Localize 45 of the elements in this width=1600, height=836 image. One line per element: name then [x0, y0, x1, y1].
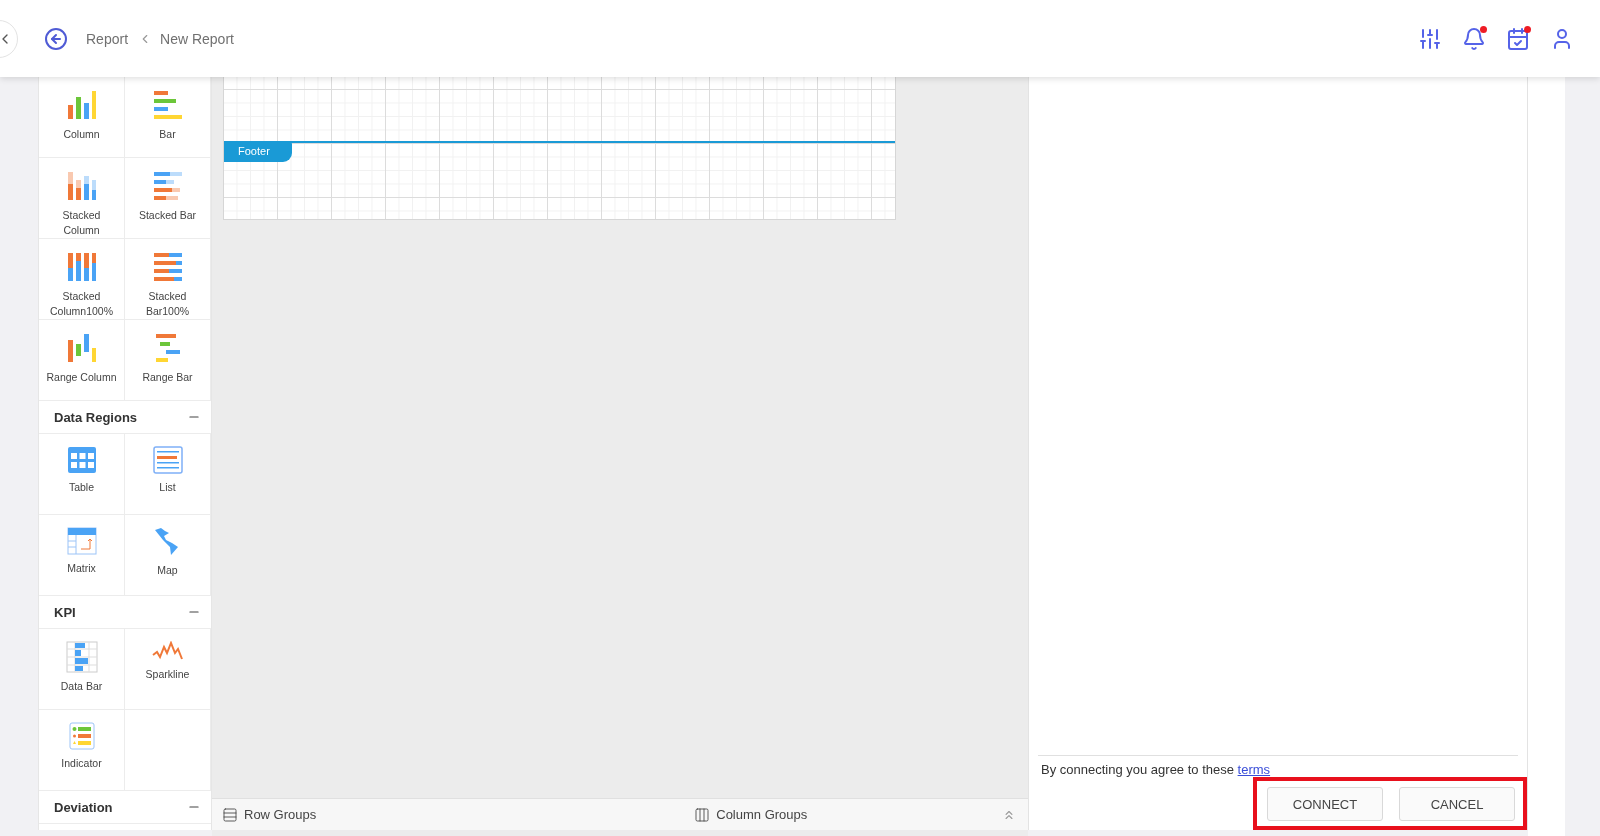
connect-button[interactable]: CONNECT — [1267, 787, 1383, 821]
matrix-icon — [66, 527, 97, 555]
breadcrumb-link[interactable]: Report — [86, 30, 129, 47]
toolbox-item[interactable]: Data Bar — [39, 629, 125, 710]
toolbox-item[interactable]: Column — [39, 77, 125, 158]
data-bar-icon — [65, 641, 98, 673]
sliders-icon[interactable] — [1418, 26, 1442, 51]
stacked-bar-icon — [151, 170, 184, 202]
row-groups-button[interactable]: Row Groups — [222, 806, 317, 823]
stacked-column-percent-icon — [65, 251, 98, 283]
group-title: KPI — [54, 604, 76, 620]
columns-icon — [694, 806, 711, 823]
toolbox-item[interactable]: Stacked Bar — [125, 158, 211, 239]
cancel-button[interactable]: CANCEL — [1399, 787, 1515, 821]
column-groups-button[interactable]: Column Groups — [694, 806, 808, 823]
terms-text: By connecting you agree to these terms — [1041, 762, 1272, 777]
terms-link[interactable]: terms — [1237, 762, 1271, 777]
toolbox-item[interactable]: Matrix — [39, 515, 125, 596]
column-chart-icon — [65, 89, 98, 121]
toolbox-item[interactable]: Sparkline — [125, 629, 211, 710]
toolbox-item[interactable]: Stacked Bar100% — [125, 239, 211, 320]
toolbox-item[interactable]: Stacked Column100% — [39, 239, 125, 320]
range-column-icon — [65, 332, 98, 364]
group-title: Deviation — [54, 799, 113, 815]
sparkline-icon — [151, 641, 184, 661]
calendar-check-icon[interactable] — [1506, 26, 1530, 51]
indicator-icon — [68, 722, 95, 750]
rows-icon — [222, 806, 238, 823]
list-icon — [152, 446, 183, 474]
bell-icon[interactable] — [1462, 26, 1486, 51]
breadcrumb-link[interactable]: New Report — [160, 30, 234, 47]
group-title: Data Regions — [54, 409, 138, 425]
toolbox-item[interactable]: Range Column — [39, 320, 125, 401]
toolbox-item[interactable]: Map — [125, 515, 211, 596]
stacked-column-icon — [65, 170, 98, 202]
toolbox-item[interactable]: Bar — [125, 77, 211, 158]
table-icon — [66, 446, 97, 474]
toolbox-item[interactable]: Indicator — [39, 710, 125, 791]
toolbox-item[interactable]: Range Bar — [125, 320, 211, 401]
toolbox-item[interactable]: List — [125, 434, 211, 515]
stacked-bar-percent-icon — [151, 251, 184, 283]
toolbox-item[interactable]: Stacked Column — [39, 158, 125, 239]
bar-chart-icon — [151, 89, 184, 121]
back-icon[interactable] — [44, 26, 68, 51]
toolbox-item[interactable]: Table — [39, 434, 125, 515]
